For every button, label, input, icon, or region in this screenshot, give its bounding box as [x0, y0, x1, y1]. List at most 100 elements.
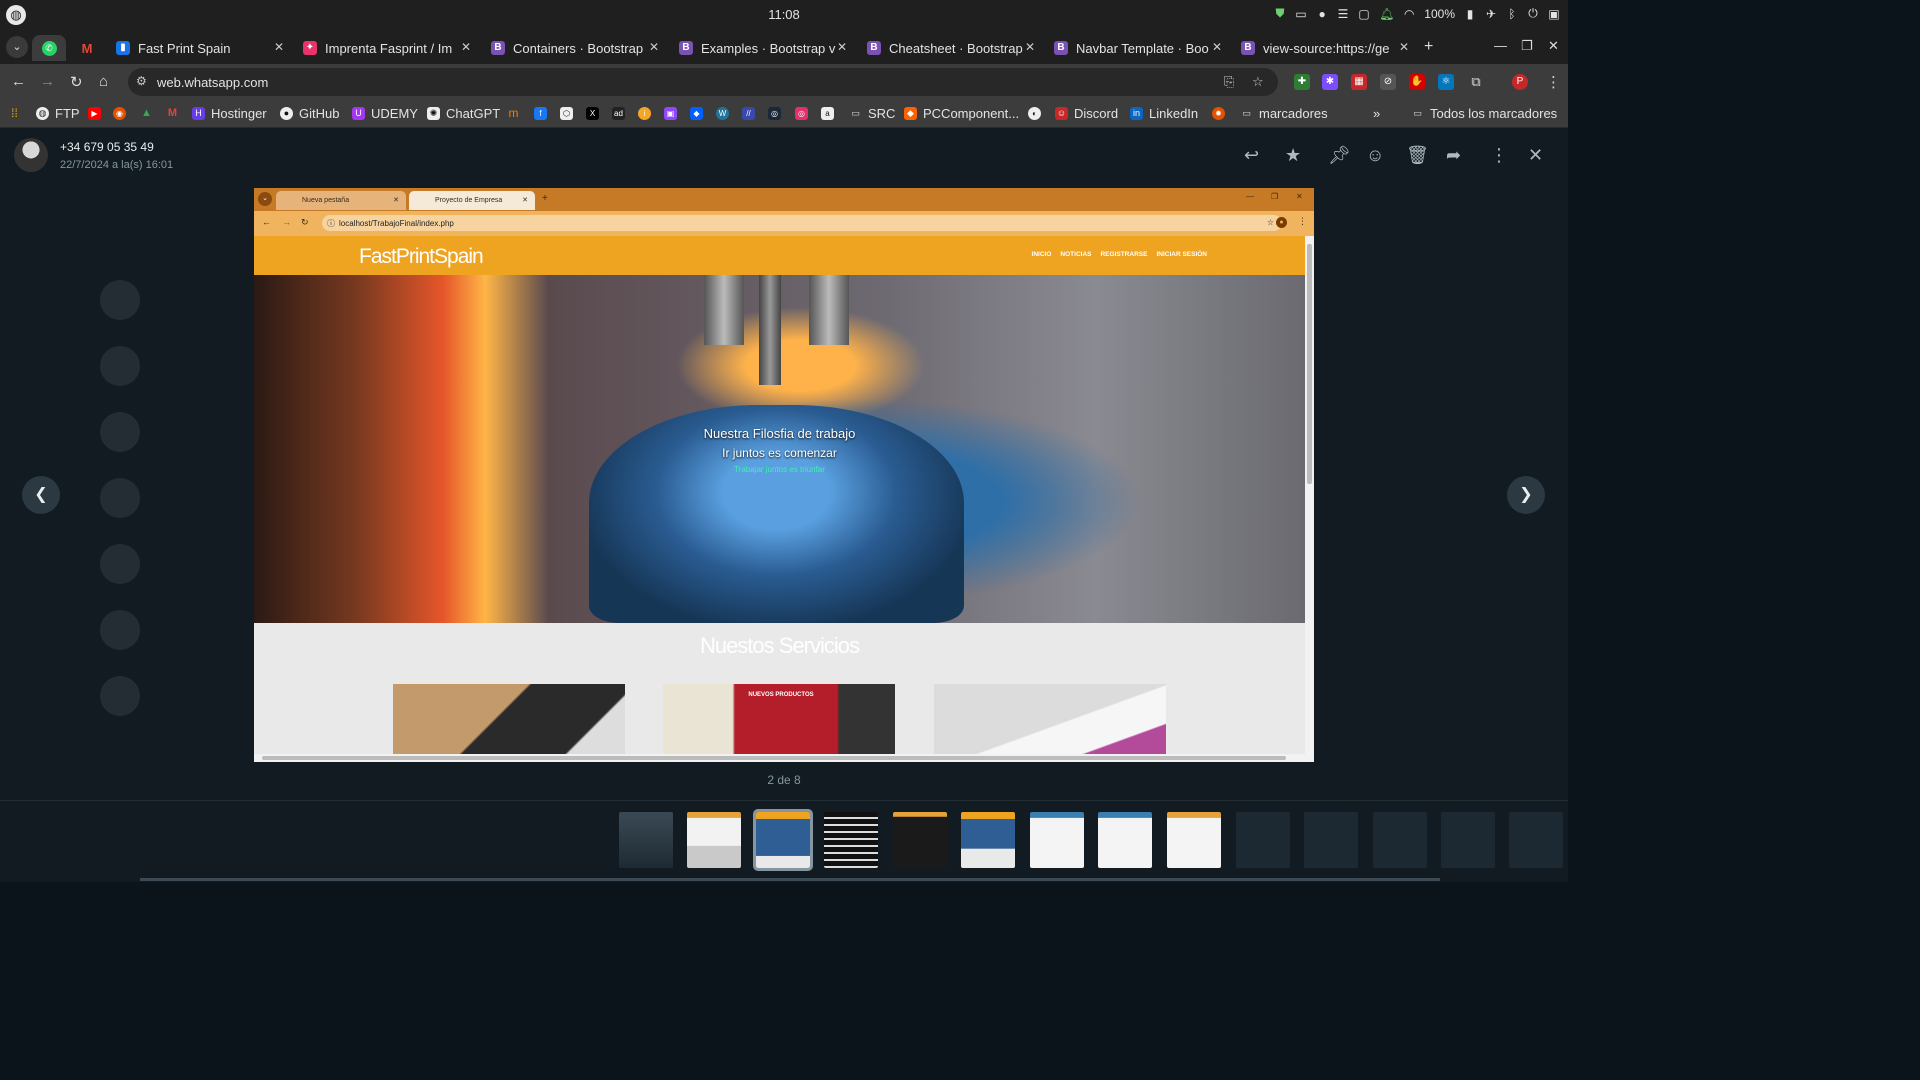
reload-icon[interactable]: ↻: [70, 73, 83, 91]
gmail-bookmark-icon[interactable]: M: [166, 107, 179, 120]
site-info-icon[interactable]: ⚙: [136, 74, 147, 88]
bookmark-discord[interactable]: ☺ Discord: [1055, 106, 1118, 121]
folder-icon[interactable]: ▢: [1358, 7, 1370, 21]
bookmark-folder-marcadores[interactable]: ▭ marcadores: [1240, 106, 1327, 121]
tab-examples-bootstrap[interactable]: B Examples · Bootstrap v ✕: [669, 34, 853, 62]
bookmark-linkedin[interactable]: in LinkedIn: [1130, 106, 1198, 121]
bluetooth-icon[interactable]: ᛒ: [1506, 7, 1518, 21]
tab-close-icon[interactable]: ✕: [837, 40, 847, 54]
close-window-icon[interactable]: ✕: [1548, 38, 1559, 54]
media-thumbnail[interactable]: [824, 812, 878, 868]
bookmark-udemy[interactable]: U UDEMY: [352, 106, 418, 121]
bookmark-stripe-icon[interactable]: //: [742, 107, 755, 120]
battery-label[interactable]: 100%: [1424, 7, 1455, 21]
media-thumbnail-active[interactable]: [753, 809, 813, 871]
bookmark-coin-icon[interactable]: i: [638, 107, 651, 120]
bookmark-fire-icon[interactable]: ✹: [1212, 107, 1225, 120]
media-thumbnail[interactable]: [619, 812, 673, 868]
close-viewer-icon[interactable]: ✕: [1528, 145, 1543, 166]
bookmark-hex-icon[interactable]: ⬡: [560, 107, 573, 120]
bell-icon[interactable]: 🔔︎: [1379, 7, 1394, 21]
tab-close-icon[interactable]: ✕: [274, 40, 284, 54]
tab-close-icon[interactable]: ✕: [1025, 40, 1035, 54]
bookmark-circle-icon[interactable]: ◐: [1028, 107, 1041, 120]
tab-close-icon[interactable]: ✕: [1399, 40, 1409, 54]
tab-cheatsheet-bootstrap[interactable]: B Cheatsheet · Bootstrap ✕: [857, 34, 1041, 62]
more-options-icon[interactable]: ⋮: [1490, 145, 1508, 166]
airplane-icon[interactable]: ✈: [1485, 7, 1497, 21]
back-icon[interactable]: ←: [11, 73, 26, 90]
emoji-reaction-icon[interactable]: ☺: [1366, 145, 1384, 166]
media-thumbnail[interactable]: [1304, 812, 1358, 868]
facebook-icon[interactable]: f: [534, 107, 547, 120]
pinned-tab-whatsapp[interactable]: ✆: [32, 35, 66, 61]
extension-compass-icon[interactable]: ⊘: [1380, 74, 1396, 90]
pin-icon[interactable]: 📌︎: [1328, 145, 1351, 166]
bookmark-folder-all[interactable]: ▭ Todos los marcadores: [1411, 106, 1557, 121]
instagram-icon[interactable]: ◎: [795, 107, 808, 120]
media-thumbnail[interactable]: [1030, 812, 1084, 868]
previous-media-button[interactable]: ❮: [22, 476, 60, 514]
wifi-icon[interactable]: ◠: [1403, 7, 1415, 21]
tab-close-icon[interactable]: ✕: [461, 40, 471, 54]
list-icon[interactable]: ☰: [1337, 7, 1349, 21]
nvidia-icon[interactable]: ▭: [1295, 7, 1307, 21]
media-thumbnail[interactable]: [1509, 812, 1563, 868]
tab-navbar-template[interactable]: B Navbar Template · Boo ✕: [1044, 34, 1228, 62]
address-url[interactable]: web.whatsapp.com: [157, 75, 268, 90]
clipboard-icon[interactable]: ▣: [1548, 7, 1560, 21]
amazon-icon[interactable]: a: [821, 107, 834, 120]
bookmark-hostinger[interactable]: H Hostinger: [192, 106, 267, 121]
forward-icon[interactable]: ➦: [1446, 145, 1461, 166]
bookmark-ad-icon[interactable]: ad: [612, 107, 625, 120]
restore-icon[interactable]: ❐: [1521, 38, 1533, 54]
delete-icon[interactable]: 🗑︎: [1406, 145, 1429, 166]
new-tab-button[interactable]: +: [1424, 38, 1433, 56]
tab-imprenta-fasprint[interactable]: ✦ Imprenta Fasprint / Im ✕: [293, 34, 477, 62]
tab-containers-bootstrap[interactable]: B Containers · Bootstrap ✕: [481, 34, 665, 62]
x-twitter-icon[interactable]: X: [586, 107, 599, 120]
sender-avatar[interactable]: [14, 138, 48, 172]
reply-icon[interactable]: ↩: [1244, 145, 1259, 166]
extension-red-icon[interactable]: ▦: [1351, 74, 1367, 90]
media-thumbnail[interactable]: [1236, 812, 1290, 868]
media-thumbnail[interactable]: [1441, 812, 1495, 868]
bookmark-chatgpt[interactable]: ✺ ChatGPT: [427, 106, 500, 121]
profile-avatar-icon[interactable]: P: [1512, 74, 1528, 90]
bookmark-m-icon[interactable]: m: [507, 107, 520, 120]
bookmark-ftp[interactable]: ◍ FTP: [36, 106, 80, 121]
browser-menu-icon[interactable]: ⋮: [1546, 73, 1561, 91]
battery-icon[interactable]: ▮: [1464, 7, 1476, 21]
bookmark-folder-src[interactable]: ▭ SRC: [849, 106, 895, 121]
forward-icon[interactable]: →: [40, 73, 55, 90]
react-devtools-icon[interactable]: ⚛: [1438, 74, 1454, 90]
shield-icon[interactable]: ⛊: [1274, 6, 1286, 21]
star-icon[interactable]: ★: [1285, 145, 1301, 166]
dropbox-icon[interactable]: ◆: [690, 107, 703, 120]
next-media-button[interactable]: ❯: [1507, 476, 1545, 514]
bookmark-orange-icon[interactable]: ◉: [113, 107, 126, 120]
extensions-menu-icon[interactable]: ⧉: [1468, 74, 1484, 90]
media-thumbnail[interactable]: [961, 812, 1015, 868]
tab-close-icon[interactable]: ✕: [1212, 40, 1222, 54]
bookmark-github[interactable]: ● GitHub: [280, 106, 339, 121]
address-bar[interactable]: ⚙ web.whatsapp.com ⎘ ☆: [128, 68, 1278, 96]
dot-icon[interactable]: ●: [1316, 7, 1328, 21]
bookmarks-overflow-icon[interactable]: »: [1373, 106, 1380, 121]
pinned-tab-gmail[interactable]: M: [70, 35, 104, 61]
extension-puzzle-icon[interactable]: ✱: [1322, 74, 1338, 90]
thumbnail-scrollbar[interactable]: [140, 878, 1440, 881]
tab-close-icon[interactable]: ✕: [649, 40, 659, 54]
media-thumbnail[interactable]: [1373, 812, 1427, 868]
wordpress-icon[interactable]: W: [716, 107, 729, 120]
twitch-icon[interactable]: ▣: [664, 107, 677, 120]
youtube-icon[interactable]: ▶: [88, 107, 101, 120]
bookmark-pccomponentes[interactable]: ◆ PCComponent...: [904, 106, 1019, 121]
home-icon[interactable]: ⌂: [99, 73, 108, 90]
extension-hand-icon[interactable]: ✋: [1409, 74, 1425, 90]
install-app-icon[interactable]: ⎘: [1224, 74, 1234, 90]
steam-icon[interactable]: ◎: [768, 107, 781, 120]
google-drive-icon[interactable]: ▲: [140, 107, 153, 120]
extension-icon[interactable]: ✚: [1294, 74, 1310, 90]
media-thumbnail[interactable]: [1167, 812, 1221, 868]
